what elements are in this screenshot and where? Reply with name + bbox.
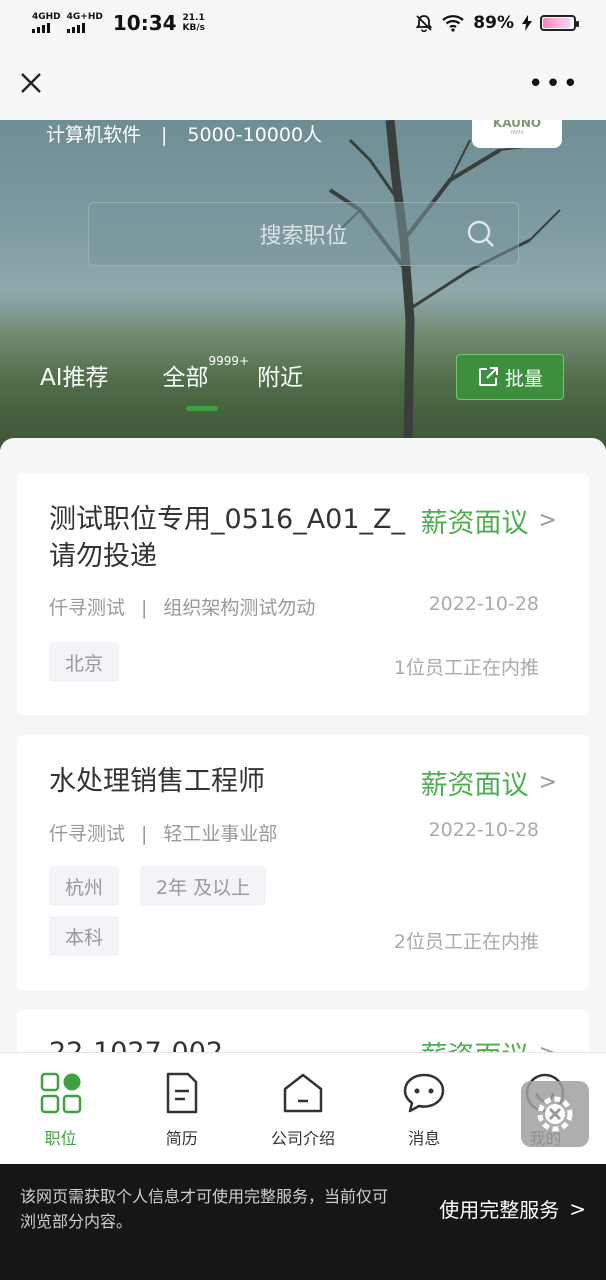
sim2-label: 4G+HD: [66, 12, 103, 22]
status-bar: 4GHD 4G+HD 10:34 21.1 KB/s 89%: [0, 0, 606, 46]
tab-all[interactable]: 全部9999+: [162, 354, 258, 392]
tab-all-label: 全部: [162, 365, 209, 391]
banner-message: 该网页需获取个人信息才可使用完整服务，当前仅可浏览部分内容。: [20, 1187, 389, 1231]
job-department: 组织架构测试勿动: [163, 597, 316, 619]
salary-label: 薪资面议: [420, 508, 529, 539]
job-card[interactable]: 测试职位专用_0516_A01_Z_请勿投递 薪资面议 > 仟寻测试 | 组织架构测试…: [17, 473, 589, 715]
mute-bell-icon: [415, 15, 433, 32]
share-edit-icon: [478, 367, 498, 386]
tab-label: 职位: [44, 1129, 77, 1148]
chevron-right-icon: >: [538, 508, 557, 533]
chevron-right-icon: >: [538, 770, 557, 795]
job-tag: 2年 及以上: [140, 866, 267, 906]
tab-nearby[interactable]: 附近: [257, 358, 303, 392]
battery-icon: [540, 15, 579, 31]
tab-ai-recommend[interactable]: AI推荐: [40, 358, 109, 392]
signal-sim1: 4GHD: [32, 13, 61, 33]
batch-button[interactable]: 批量: [456, 354, 564, 400]
search-input[interactable]: 搜索职位: [88, 202, 519, 266]
job-meta: 仟寻测试 | 组织架构测试勿动: [49, 593, 315, 620]
banner-action-label: 使用完整服务: [439, 1198, 560, 1222]
job-date: 2022-10-28: [428, 593, 539, 615]
referral-count: 1位员工正在内推: [393, 657, 539, 679]
tab-all-count: 9999+: [208, 354, 250, 368]
tab-messages[interactable]: 消息: [364, 1053, 485, 1164]
job-tag: 本科: [49, 916, 120, 956]
job-salary: 薪资面议 >: [421, 501, 557, 540]
company-logo: KAUNO YAMA: [472, 120, 562, 148]
bottom-tab-bar: 职位 简历 公司介绍 消息 我的: [0, 1052, 606, 1164]
grid-icon: [40, 1072, 81, 1114]
signal-bars-icon: [66, 23, 85, 33]
logo-text: KAUNO: [492, 120, 542, 130]
signal-sim2: 4G+HD: [66, 12, 103, 33]
job-company: 仟寻测试: [49, 823, 126, 845]
meta-separator: |: [141, 823, 148, 845]
clock: 10:34: [112, 11, 177, 35]
tab-company-intro[interactable]: 公司介绍: [242, 1053, 363, 1164]
company-hero: 计算机软件 | 5000-10000人 KAUNO YAMA 搜索职位 AI推荐 全部…: [0, 120, 606, 450]
job-salary: 薪资面议 >: [421, 763, 557, 802]
job-meta: 仟寻测试 | 轻工业事业部: [49, 819, 277, 846]
job-list-panel: 测试职位专用_0516_A01_Z_请勿投递 薪资面议 > 仟寻测试 | 组织架构测试…: [0, 438, 606, 1058]
tree-background-image: [328, 120, 561, 450]
document-icon: [166, 1072, 198, 1114]
battery-percent: 89%: [473, 13, 514, 33]
network-speed: 21.1 KB/s: [183, 13, 205, 33]
search-icon[interactable]: [466, 219, 496, 249]
logo-subtext: YAMA: [510, 130, 524, 136]
job-tag: 杭州: [49, 866, 120, 906]
gear-close-icon: [537, 1096, 573, 1132]
chevron-right-icon: >: [569, 1196, 586, 1221]
house-icon: [283, 1073, 323, 1113]
company-meta: 计算机软件 | 5000-10000人: [46, 120, 322, 147]
nav-header: •••: [0, 46, 606, 120]
meta-separator: |: [141, 597, 148, 619]
job-company: 仟寻测试: [49, 597, 126, 619]
close-icon[interactable]: [18, 70, 44, 96]
tab-resume[interactable]: 简历: [121, 1053, 242, 1164]
job-department: 轻工业事业部: [163, 823, 278, 845]
net-speed-unit: KB/s: [182, 23, 206, 33]
battery-fill: [543, 18, 570, 28]
company-size: 5000-10000人: [187, 124, 323, 146]
job-date: 2022-10-28: [428, 819, 539, 841]
job-title: 水处理销售工程师: [49, 766, 265, 797]
salary-label: 薪资面议: [420, 770, 529, 801]
chat-bubble-icon: [403, 1073, 445, 1113]
referral-count: 2位员工正在内推: [393, 931, 539, 953]
tab-active-indicator: [186, 406, 218, 411]
net-speed-value: 21.1: [182, 13, 205, 23]
job-card[interactable]: 水处理销售工程师 薪资面议 > 仟寻测试 | 轻工业事业部 2022-10-28 杭州…: [17, 735, 589, 990]
tab-label: 消息: [408, 1129, 441, 1148]
use-full-service-button[interactable]: 使用完整服务 >: [439, 1194, 586, 1223]
job-tag: 北京: [49, 642, 120, 682]
tab-label: 简历: [165, 1129, 198, 1148]
tab-jobs[interactable]: 职位: [0, 1053, 121, 1164]
charging-icon: [522, 15, 532, 31]
company-industry: 计算机软件: [46, 124, 142, 146]
meta-separator: |: [161, 124, 168, 146]
job-title: 测试职位专用_0516_A01_Z_请勿投递: [49, 504, 406, 572]
permission-banner: 该网页需获取个人信息才可使用完整服务，当前仅可浏览部分内容。 使用完整服务 >: [0, 1164, 606, 1280]
signal-bars-icon: [32, 23, 50, 33]
batch-button-label: 批量: [504, 367, 543, 390]
tab-label: 公司介绍: [271, 1129, 336, 1148]
search-placeholder: 搜索职位: [259, 224, 348, 249]
more-options-icon[interactable]: •••: [528, 71, 580, 97]
sim1-label: 4GHD: [32, 12, 61, 22]
job-filter-tabs: AI推荐 全部9999+ 附近: [40, 354, 303, 392]
wifi-icon: [442, 15, 465, 32]
floating-settings-button[interactable]: [521, 1081, 589, 1147]
job-card[interactable]: 22-1027-002 薪资面议 >: [17, 1010, 589, 1058]
